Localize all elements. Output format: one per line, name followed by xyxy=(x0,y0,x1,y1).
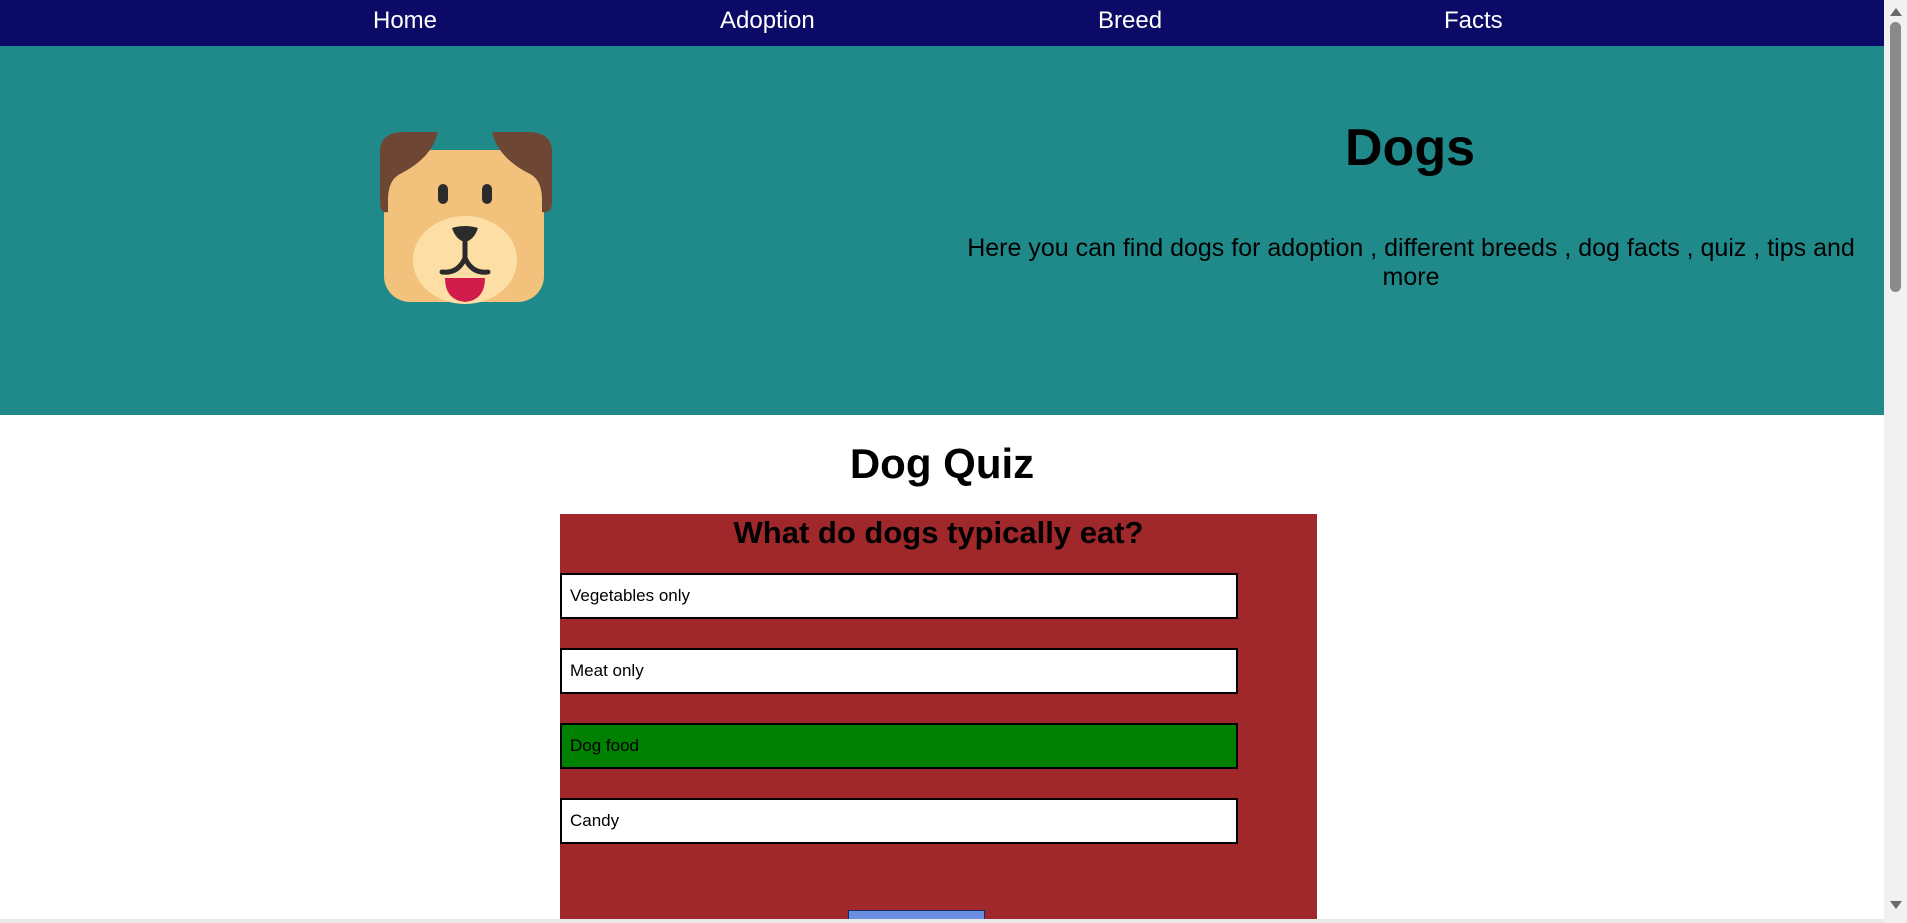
quiz-question: What do dogs typically eat? xyxy=(733,515,1144,550)
vertical-scrollbar[interactable] xyxy=(1884,0,1907,923)
scroll-down-arrow-icon[interactable] xyxy=(1890,901,1902,909)
nav-breed-link[interactable]: Breed xyxy=(1098,7,1162,35)
nav-adoption-link[interactable]: Adoption xyxy=(720,7,815,35)
hero-banner: Dogs Here you can find dogs for adoption… xyxy=(0,46,1884,415)
answer-button-candy[interactable]: Candy xyxy=(560,798,1238,844)
scrollbar-thumb[interactable] xyxy=(1890,22,1901,292)
viewport-bottom-edge xyxy=(0,919,1884,923)
answer-button-vegetables[interactable]: Vegetables only xyxy=(560,573,1238,619)
quiz-title: Dog Quiz xyxy=(849,440,1035,487)
top-nav: Home Adoption Breed Facts xyxy=(0,0,1884,46)
nav-home-link[interactable]: Home xyxy=(373,7,437,35)
dog-face-icon xyxy=(370,130,560,320)
page-title: Dogs xyxy=(1345,119,1475,177)
answer-button-dog-food[interactable]: Dog food xyxy=(560,723,1238,769)
scroll-up-arrow-icon[interactable] xyxy=(1890,8,1902,16)
answer-button-meat[interactable]: Meat only xyxy=(560,648,1238,694)
nav-facts-link[interactable]: Facts xyxy=(1444,7,1503,35)
quiz-panel: What do dogs typically eat? Vegetables o… xyxy=(560,514,1317,923)
hero-description: Here you can find dogs for adoption , di… xyxy=(967,234,1855,291)
